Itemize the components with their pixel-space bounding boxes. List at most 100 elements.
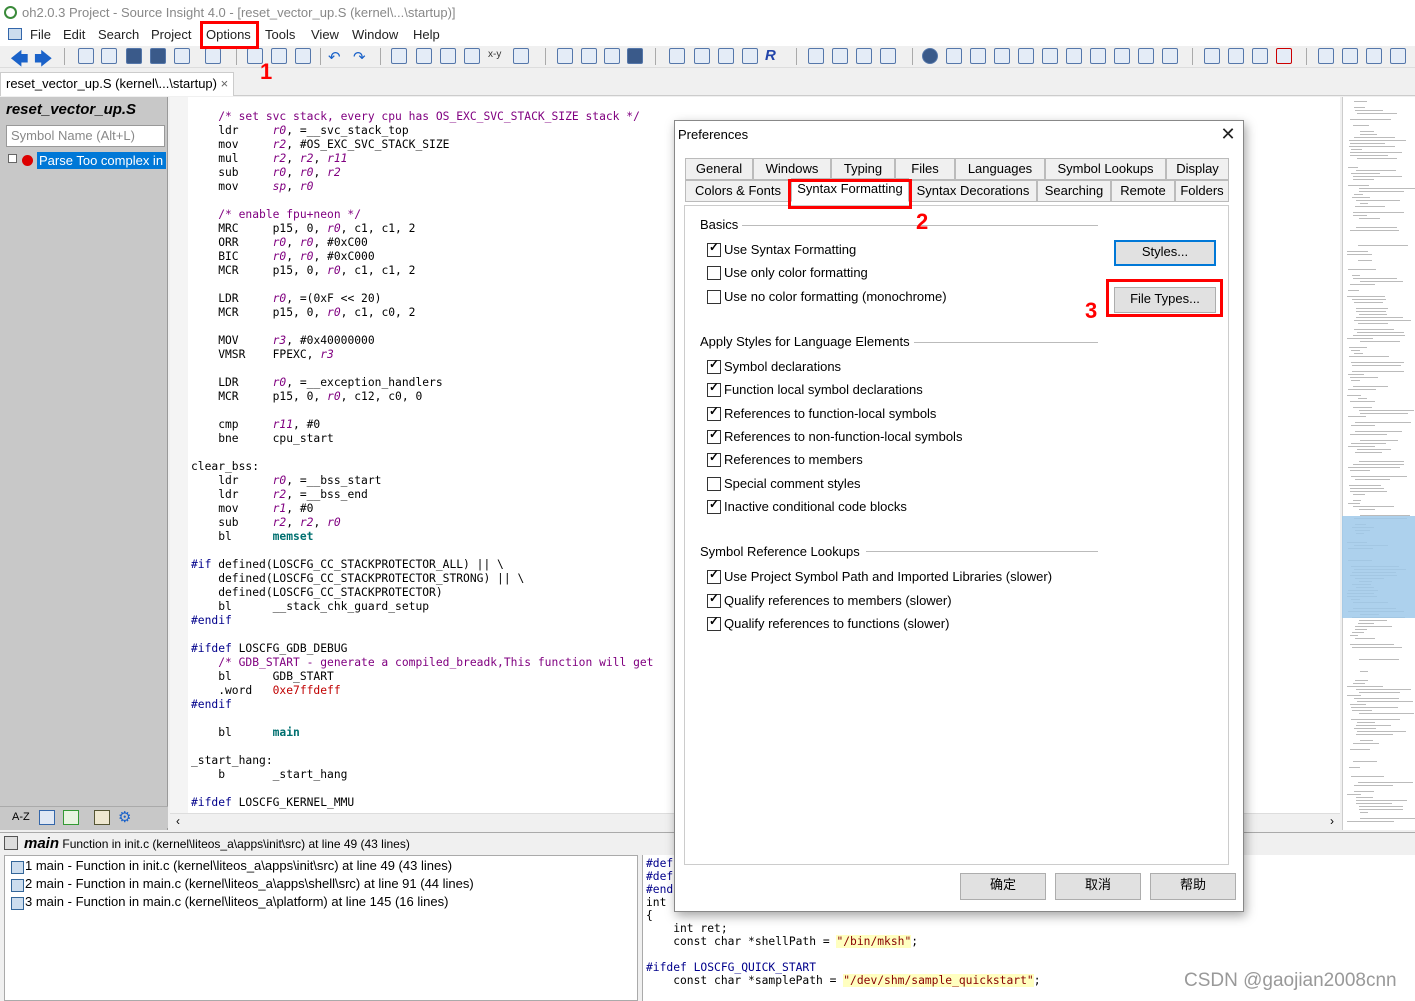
references-icon[interactable]: R bbox=[765, 47, 776, 64]
use-only-color-checkbox[interactable]: Use only color formatting bbox=[707, 265, 868, 280]
result-row[interactable]: 1 main - Function in init.c (kernel\lite… bbox=[11, 858, 452, 874]
code-line[interactable]: cmp r11, #0 bbox=[191, 418, 654, 432]
non-function-local-refs-checkbox[interactable]: References to non-function-local symbols bbox=[707, 427, 962, 444]
toggle-panel-icon[interactable] bbox=[946, 48, 962, 64]
tab-display[interactable]: Display bbox=[1166, 158, 1229, 180]
layout-4-icon[interactable] bbox=[880, 48, 896, 64]
preferences-icon[interactable] bbox=[922, 48, 938, 64]
redo-icon[interactable]: ↷ bbox=[353, 48, 366, 66]
search-files-icon[interactable] bbox=[464, 48, 480, 64]
relation-window-icon[interactable] bbox=[718, 48, 734, 64]
code-line[interactable]: _start_hang: bbox=[191, 754, 654, 768]
function-local-declarations-checkbox[interactable]: Function local symbol declarations bbox=[707, 380, 923, 397]
book-icon[interactable] bbox=[94, 810, 110, 825]
symbol-tree-node[interactable]: Parse Too complex in bbox=[8, 152, 166, 171]
format-a-icon[interactable] bbox=[1318, 48, 1334, 64]
code-line[interactable]: .word 0xe7ffdeff bbox=[191, 684, 654, 698]
tab-close-icon[interactable]: × bbox=[221, 76, 229, 91]
code-line[interactable]: ORR r0, r0, #0xC00 bbox=[191, 236, 654, 250]
code-line[interactable]: MCR p15, 0, r0, c12, c0, 0 bbox=[191, 390, 654, 404]
code-line[interactable] bbox=[191, 404, 654, 418]
save-all-icon[interactable] bbox=[150, 48, 166, 64]
code-line[interactable] bbox=[191, 194, 654, 208]
code-line[interactable] bbox=[191, 628, 654, 642]
paste-icon[interactable] bbox=[295, 48, 311, 64]
code-line[interactable]: mul r2, r2, r11 bbox=[191, 152, 654, 166]
print-icon[interactable] bbox=[205, 48, 221, 64]
code-line[interactable]: bne cpu_start bbox=[191, 432, 654, 446]
code-line[interactable]: #if defined(LOSCFG_CC_STACKPROTECTOR_ALL… bbox=[191, 558, 654, 572]
code-line[interactable] bbox=[191, 544, 654, 558]
menu-view[interactable]: View bbox=[311, 27, 339, 42]
layout-1-icon[interactable] bbox=[808, 48, 824, 64]
qualify-functions-checkbox[interactable]: Qualify references to functions (slower) bbox=[707, 614, 949, 631]
code-line[interactable] bbox=[191, 278, 654, 292]
tab-general[interactable]: General bbox=[685, 158, 753, 180]
code-line[interactable]: #endif bbox=[191, 698, 654, 712]
code-line[interactable]: sub r0, r0, r2 bbox=[191, 166, 654, 180]
use-no-color-checkbox[interactable]: Use no color formatting (monochrome) bbox=[707, 289, 947, 304]
code-line[interactable]: bl __stack_chk_guard_setup bbox=[191, 600, 654, 614]
replace-icon[interactable]: x-y bbox=[488, 49, 501, 60]
menu-search[interactable]: Search bbox=[98, 27, 139, 42]
code-line[interactable]: MCR p15, 0, r0, c1, c0, 2 bbox=[191, 306, 654, 320]
code-line[interactable]: clear_bss: bbox=[191, 460, 654, 474]
tree-icon[interactable] bbox=[1138, 48, 1154, 64]
cancel-button[interactable]: 取消 bbox=[1055, 873, 1141, 900]
code-line[interactable]: #ifdef LOSCFG_KERNEL_MMU bbox=[191, 796, 654, 810]
symbol-declarations-checkbox[interactable]: Symbol declarations bbox=[707, 357, 841, 374]
code-line[interactable]: MRC p15, 0, r0, c1, c1, 2 bbox=[191, 222, 654, 236]
tab-remote[interactable]: Remote bbox=[1111, 180, 1175, 202]
indent-icon[interactable] bbox=[1204, 48, 1220, 64]
code-line[interactable] bbox=[191, 712, 654, 726]
outdent-icon[interactable] bbox=[1228, 48, 1244, 64]
code-line[interactable]: defined(LOSCFG_CC_STACKPROTECTOR) bbox=[191, 586, 654, 600]
close-file-icon[interactable] bbox=[174, 48, 190, 64]
code-line[interactable]: /* set svc stack, every cpu has OS_EXC_S… bbox=[191, 110, 654, 124]
format-d-icon[interactable] bbox=[1390, 48, 1406, 64]
function-local-refs-checkbox[interactable]: References to function-local symbols bbox=[707, 404, 936, 421]
code-text[interactable]: /* set svc stack, every cpu has OS_EXC_S… bbox=[191, 110, 654, 810]
tab-syntax-decorations[interactable]: Syntax Decorations bbox=[909, 180, 1037, 202]
code-line[interactable]: bl main bbox=[191, 726, 654, 740]
symbol-window-icon[interactable] bbox=[669, 48, 685, 64]
ok-button[interactable]: 确定 bbox=[960, 873, 1046, 900]
layout-2-icon[interactable] bbox=[832, 48, 848, 64]
code-line[interactable]: #endif bbox=[191, 614, 654, 628]
code-line[interactable]: MCR p15, 0, r0, c1, c1, 2 bbox=[191, 264, 654, 278]
help-button[interactable]: 帮助 bbox=[1150, 873, 1236, 900]
qualify-members-checkbox[interactable]: Qualify references to members (slower) bbox=[707, 591, 952, 608]
menu-edit[interactable]: Edit bbox=[63, 27, 85, 42]
tab-languages[interactable]: Languages bbox=[955, 158, 1045, 180]
parse-icon[interactable] bbox=[994, 48, 1010, 64]
tab-searching[interactable]: Searching bbox=[1037, 180, 1111, 202]
menu-help[interactable]: Help bbox=[413, 27, 440, 42]
file-tab[interactable]: reset_vector_up.S (kernel\...\startup) × bbox=[0, 72, 235, 96]
search-web-icon[interactable] bbox=[513, 48, 529, 64]
code-line[interactable]: ldr r0, =__svc_stack_top bbox=[191, 124, 654, 138]
settings-gear-icon[interactable]: ⚙ bbox=[118, 808, 131, 826]
symbol-search-input[interactable]: Symbol Name (Alt+L) bbox=[6, 125, 165, 147]
result-row[interactable]: 3 main - Function in main.c (kernel\lite… bbox=[11, 894, 448, 910]
code-line[interactable]: BIC r0, r0, #0xC000 bbox=[191, 250, 654, 264]
code-line[interactable]: ldr r2, =__bss_end bbox=[191, 488, 654, 502]
menu-project[interactable]: Project bbox=[151, 27, 191, 42]
bookmark-prev-icon[interactable] bbox=[581, 48, 597, 64]
project-files-icon[interactable] bbox=[1018, 48, 1034, 64]
scroll-left-icon[interactable]: ‹ bbox=[176, 814, 180, 828]
menu-file[interactable]: File bbox=[30, 27, 51, 42]
format-c-icon[interactable] bbox=[1366, 48, 1382, 64]
inactive-blocks-checkbox[interactable]: Inactive conditional code blocks bbox=[707, 497, 907, 514]
code-line[interactable]: VMSR FPEXC, r3 bbox=[191, 348, 654, 362]
list-view-icon[interactable] bbox=[39, 810, 55, 825]
code-line[interactable] bbox=[191, 446, 654, 460]
expand-icon[interactable] bbox=[8, 154, 17, 163]
clip-window-icon[interactable] bbox=[1090, 48, 1106, 64]
member-refs-checkbox[interactable]: References to members bbox=[707, 450, 863, 467]
code-line[interactable]: /* GDB_START - generate a compiled_bread… bbox=[191, 656, 653, 670]
save-icon[interactable] bbox=[126, 48, 142, 64]
scroll-right-icon[interactable]: › bbox=[1330, 814, 1334, 828]
code-line[interactable]: mov r2, #OS_EXC_SVC_STACK_SIZE bbox=[191, 138, 654, 152]
code-overview[interactable] bbox=[1342, 97, 1415, 830]
code-line[interactable]: LDR r0, =(0xF << 20) bbox=[191, 292, 654, 306]
